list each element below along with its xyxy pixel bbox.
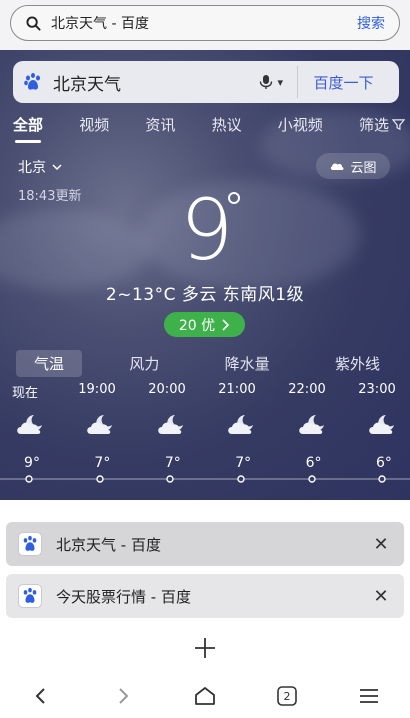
cloudy-night-icon [82, 412, 122, 438]
cloudy-night-icon [294, 412, 334, 438]
weather-page: 北京天气 ▾ 百度一下 全部 视频 资讯 热议 小视频 筛选 北京 18:43更… [0, 50, 410, 500]
hour-temp: 7° [164, 455, 181, 471]
chevron-down-icon [52, 164, 62, 171]
cloudy-night-icon [364, 412, 404, 438]
voice-search-icon[interactable]: ▾ [257, 73, 283, 91]
new-tab-plus-icon[interactable] [193, 636, 217, 660]
hour-temp: 6° [305, 455, 322, 471]
weather-condition: 2~13°C 多云 东南风1级 [105, 285, 305, 305]
open-tab-card[interactable]: 北京天气 - 百度 ✕ [6, 522, 404, 566]
home-icon[interactable] [185, 676, 225, 716]
hour-label: 20:00 [148, 382, 186, 397]
close-icon[interactable]: ✕ [370, 586, 392, 607]
temperature-trend-line [0, 475, 410, 483]
tab-news[interactable]: 资讯 [145, 114, 175, 135]
result-tabs: 全部 视频 资讯 热议 小视频 筛选 [13, 114, 405, 143]
hour-label: 现在 [12, 386, 39, 401]
hour-temp: 9° [24, 455, 40, 471]
filter-label: 筛选 [358, 116, 389, 134]
search-icon [25, 15, 41, 31]
baidu-paw-icon [23, 72, 43, 92]
chevron-right-icon [222, 318, 230, 331]
metric-tab-wind[interactable]: 风力 [111, 350, 177, 377]
baidu-favicon-icon [18, 584, 42, 608]
hour-temp: 7° [235, 455, 252, 471]
search-button[interactable]: 搜索 [357, 13, 385, 33]
tab-filter[interactable]: 筛选 [359, 114, 405, 135]
hour-label: 19:00 [78, 382, 116, 397]
hour-label: 22:00 [288, 382, 326, 397]
cloud-map-icon [331, 163, 344, 170]
baidu-favicon-icon [18, 532, 42, 556]
hour-temp: 6° [375, 455, 392, 471]
tab-count: 2 [283, 689, 291, 703]
menu-icon[interactable] [349, 676, 389, 716]
update-time: 18:43更新 [18, 189, 82, 204]
tab-switcher-panel: 北京天气 - 百度 ✕ 今天股票行情 - 百度 ✕ [0, 500, 410, 674]
tabs-count-icon[interactable]: 2 [267, 676, 307, 716]
back-icon[interactable] [21, 676, 61, 716]
address-bar[interactable]: 北京天气 - 百度 搜索 [10, 5, 400, 41]
cloudy-night-icon [153, 412, 193, 438]
tab-all[interactable]: 全部 [13, 114, 43, 143]
metric-tab-precipitation[interactable]: 降水量 [207, 350, 288, 377]
search-query[interactable]: 北京天气 [53, 70, 257, 95]
forward-icon[interactable] [103, 676, 143, 716]
address-text[interactable]: 北京天气 - 百度 [51, 13, 357, 33]
browser-toolbar: 北京天气 - 百度 搜索 [0, 0, 410, 50]
aqi-badge[interactable]: 20 优 [164, 312, 245, 337]
close-icon[interactable]: ✕ [370, 534, 392, 555]
hour-temp: 7° [94, 455, 111, 471]
open-tab-card[interactable]: 今天股票行情 - 百度 ✕ [6, 574, 404, 618]
hourly-temps: 9° 7° 7° 7° 6° 6° [12, 455, 404, 471]
cloudy-night-icon [12, 412, 52, 438]
metric-tab-temperature[interactable]: 气温 [16, 350, 83, 377]
hour-label: 23:00 [358, 382, 396, 397]
tab-discussion[interactable]: 热议 [212, 114, 242, 135]
baidu-search-button[interactable]: 百度一下 [297, 66, 389, 98]
bottom-navigation: 2 [0, 674, 410, 718]
tab-short-video[interactable]: 小视频 [278, 114, 323, 135]
hourly-icons [12, 412, 404, 438]
aqi-value: 20 优 [178, 317, 216, 334]
current-temperature: 9 [180, 181, 234, 279]
hourly-times: 现在 19:00 20:00 21:00 22:00 23:00 [12, 382, 402, 401]
open-tab-title: 今天股票行情 - 百度 [56, 587, 191, 606]
filter-icon [391, 119, 405, 131]
hour-label: 21:00 [218, 382, 256, 397]
baidu-search-box[interactable]: 北京天气 ▾ 百度一下 [13, 61, 399, 103]
city-name: 北京 [18, 160, 46, 176]
open-tab-title: 北京天气 - 百度 [56, 535, 161, 554]
metric-tabs: 气温 风力 降水量 紫外线 [16, 350, 398, 377]
cloudy-night-icon [223, 412, 263, 438]
metric-tab-uv[interactable]: 紫外线 [317, 350, 398, 377]
tab-video[interactable]: 视频 [79, 114, 109, 135]
city-selector[interactable]: 北京 [18, 157, 64, 177]
degree-symbol [228, 192, 240, 204]
cloud-map-button[interactable]: 云图 [316, 153, 390, 179]
cloud-map-label: 云图 [350, 160, 377, 176]
